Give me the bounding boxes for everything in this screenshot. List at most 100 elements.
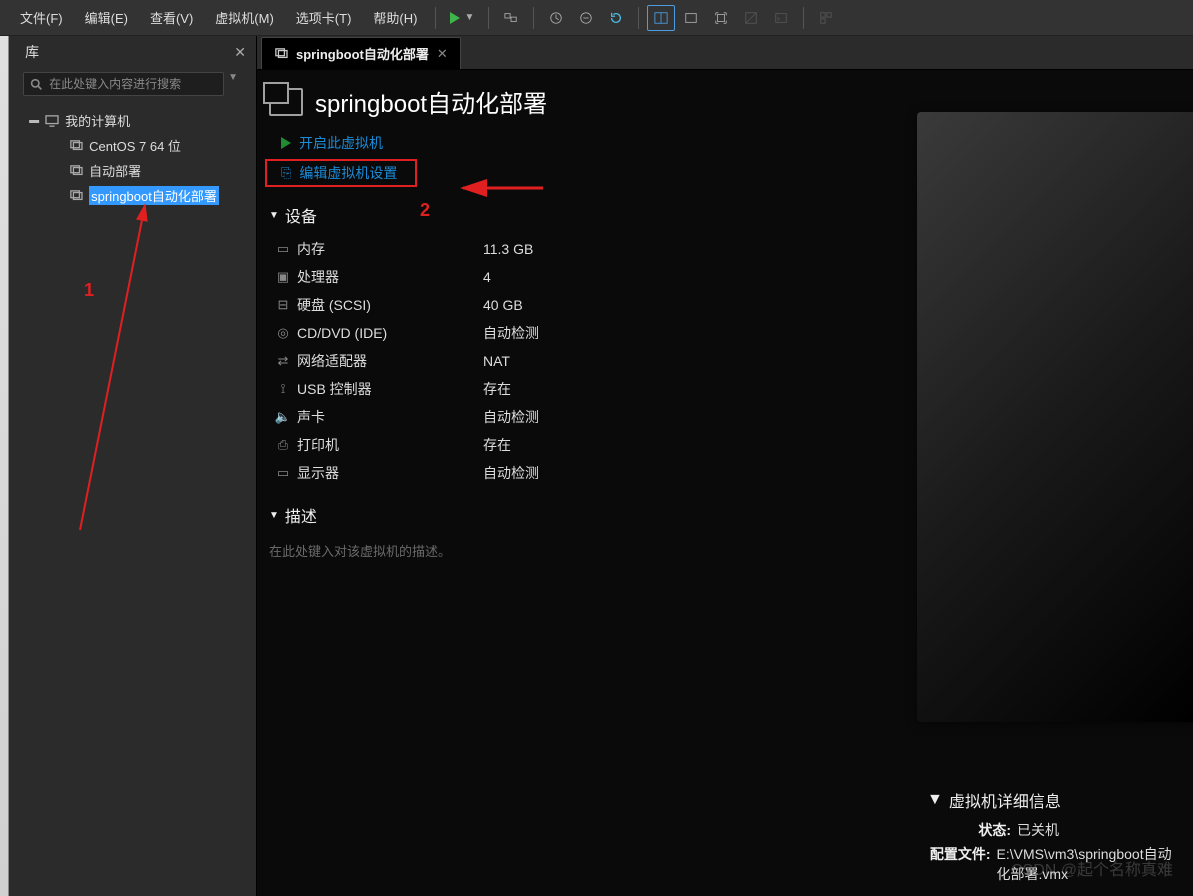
tree-item-springboot[interactable]: springboot自动化部署 (9, 183, 256, 208)
preview-pane: ▼虚拟机详细信息 状态:已关机 配置文件:E:\VMS\vm3\springbo… (917, 70, 1193, 896)
separator (638, 7, 639, 29)
snapshot-icon (579, 11, 593, 25)
separator (803, 7, 804, 29)
left-gutter (0, 36, 9, 896)
description-section-header[interactable]: ▼描述 (265, 489, 905, 533)
fullscreen-icon (714, 11, 728, 25)
toolbar-window-button[interactable] (677, 5, 705, 31)
collapse-icon: ▼ (927, 791, 943, 809)
devices-section-header[interactable]: ▼设备 (265, 189, 905, 233)
toolbar-stretch-button (767, 5, 795, 31)
menu-tabs[interactable]: 选项卡(T) (286, 4, 362, 31)
search-icon (30, 78, 43, 91)
device-row-memory[interactable]: ▭内存11.3 GB (273, 235, 905, 263)
action-label: 编辑虚拟机设置 (299, 163, 397, 183)
single-window-icon (684, 11, 698, 25)
tab-springboot[interactable]: springboot自动化部署 ✕ (261, 37, 461, 69)
page-title: springboot自动化部署 (315, 84, 547, 119)
device-row-net[interactable]: ⇄网络适配器NAT (273, 347, 905, 375)
grid-icon (819, 11, 833, 25)
device-row-sound[interactable]: 🔈声卡自动检测 (273, 403, 905, 431)
toolbar-console-button[interactable] (647, 5, 675, 31)
cd-icon: ◎ (273, 325, 293, 341)
devices-table: ▭内存11.3 GB ▣处理器4 ⊟硬盘 (SCSI)40 GB ◎CD/DVD… (265, 235, 905, 487)
tree-root-my-computer[interactable]: ▬ 我的计算机 (9, 108, 256, 133)
separator (435, 7, 436, 29)
sound-icon: 🔈 (273, 409, 293, 425)
vm-details: ▼虚拟机详细信息 状态:已关机 配置文件:E:\VMS\vm3\springbo… (917, 782, 1193, 886)
tree-label: CentOS 7 64 位 (89, 136, 181, 155)
menu-file[interactable]: 文件(F) (10, 4, 73, 31)
separator (533, 7, 534, 29)
tree-label: 自动部署 (89, 161, 141, 180)
tree-label: springboot自动化部署 (89, 186, 219, 205)
description-placeholder[interactable]: 在此处键入对该虚拟机的描述。 (265, 535, 905, 566)
run-button[interactable]: ▼ (444, 5, 480, 31)
toolbar-manage-button[interactable] (572, 5, 600, 31)
vm-icon (69, 190, 83, 202)
tab-bar: springboot自动化部署 ✕ (257, 36, 1193, 70)
device-row-cd[interactable]: ◎CD/DVD (IDE)自动检测 (273, 319, 905, 347)
terminal-icon (774, 11, 788, 25)
revert-icon (609, 11, 623, 25)
send-keys-icon (504, 11, 518, 25)
sidebar-close-button[interactable]: ✕ (234, 44, 246, 61)
device-row-display[interactable]: ▭显示器自动检测 (273, 459, 905, 487)
collapse-icon: ▼ (269, 510, 279, 521)
toolbar-revert-button[interactable] (602, 5, 630, 31)
vm-detail-config: 配置文件:E:\VMS\vm3\springboot自动化部署.vmx (927, 842, 1183, 886)
tab-close-button[interactable]: ✕ (437, 46, 448, 62)
search-input[interactable] (49, 77, 217, 91)
vm-icon (69, 140, 83, 152)
menubar: 文件(F) 编辑(E) 查看(V) 虚拟机(M) 选项卡(T) 帮助(H) ▼ (0, 0, 1193, 36)
search-box[interactable] (23, 72, 224, 96)
toolbar-unity-button (737, 5, 765, 31)
computer-icon (45, 115, 59, 127)
power-on-link[interactable]: 开启此虚拟机 (265, 129, 905, 157)
device-row-cpu[interactable]: ▣处理器4 (273, 263, 905, 291)
sidebar-header: 库 ✕ (9, 36, 256, 68)
display-icon: ▭ (273, 465, 293, 481)
unity-icon (744, 11, 758, 25)
collapse-icon: ▬ (29, 115, 39, 126)
library-tree: ▬ 我的计算机 CentOS 7 64 位 自动部署 springboot自动化… (9, 104, 256, 212)
search-dropdown-button[interactable]: ▼ (224, 72, 242, 96)
memory-icon: ▭ (273, 241, 293, 257)
device-row-disk[interactable]: ⊟硬盘 (SCSI)40 GB (273, 291, 905, 319)
vm-details-header[interactable]: ▼虚拟机详细信息 (927, 782, 1183, 818)
menu-help[interactable]: 帮助(H) (363, 4, 427, 31)
tree-item-centos[interactable]: CentOS 7 64 位 (9, 133, 256, 158)
vm-preview-thumbnail (917, 112, 1193, 722)
vm-large-icon (269, 88, 303, 116)
toolbar-fullscreen-button[interactable] (707, 5, 735, 31)
vm-icon (69, 165, 83, 177)
device-row-printer[interactable]: ⎙打印机存在 (273, 431, 905, 459)
toolbar-thumbnail-button (812, 5, 840, 31)
toolbar-snapshot-button[interactable] (542, 5, 570, 31)
vm-icon (274, 48, 288, 60)
menu-view[interactable]: 查看(V) (140, 4, 203, 31)
printer-icon: ⎙ (273, 437, 293, 453)
usb-icon: ⟟ (273, 381, 293, 397)
collapse-icon: ▼ (269, 210, 279, 221)
disk-icon: ⊟ (273, 297, 293, 313)
vm-detail-state: 状态:已关机 (927, 818, 1183, 842)
separator (488, 7, 489, 29)
dropdown-caret-icon: ▼ (464, 12, 474, 23)
tree-item-autodeploy[interactable]: 自动部署 (9, 158, 256, 183)
cpu-icon: ▣ (273, 269, 293, 285)
play-icon (281, 137, 291, 149)
toolbar-send-button[interactable] (497, 5, 525, 31)
tab-label: springboot自动化部署 (296, 44, 429, 63)
menu-edit[interactable]: 编辑(E) (75, 4, 138, 31)
device-row-usb[interactable]: ⟟USB 控制器存在 (273, 375, 905, 403)
split-view-icon (654, 11, 668, 25)
details-pane: springboot自动化部署 开启此虚拟机 ⎘ 编辑虚拟机设置 ▼设备 ▭内存… (257, 70, 917, 896)
edit-icon: ⎘ (281, 165, 291, 181)
tree-label: 我的计算机 (65, 111, 130, 130)
sidebar-title: 库 (25, 42, 39, 62)
edit-settings-link[interactable]: ⎘ 编辑虚拟机设置 (265, 159, 417, 187)
menu-vm[interactable]: 虚拟机(M) (205, 4, 284, 31)
main-panel: springboot自动化部署 ✕ springboot自动化部署 开启此虚拟机… (257, 36, 1193, 896)
play-icon (450, 12, 460, 24)
